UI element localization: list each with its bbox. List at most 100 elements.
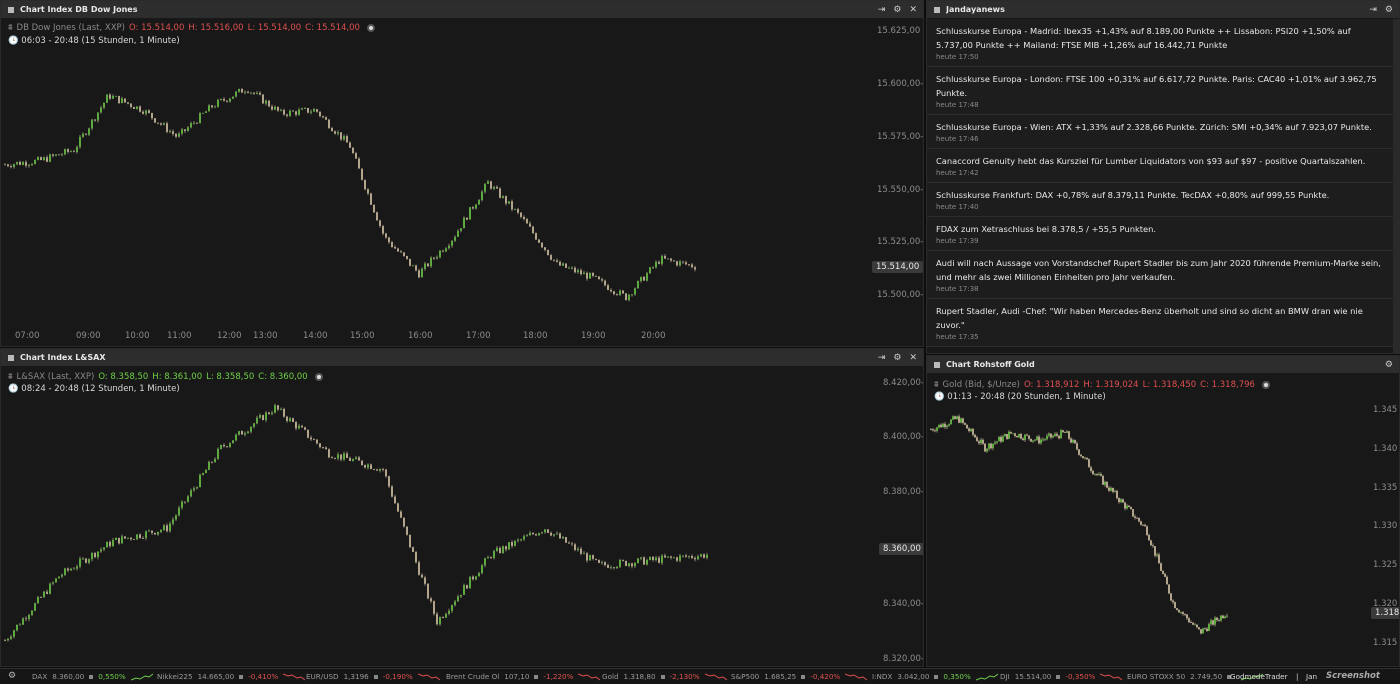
- candle-body: [1164, 573, 1166, 577]
- candle-body: [697, 556, 699, 560]
- candle-body: [136, 534, 138, 540]
- settings-icon[interactable]: ⚙: [1385, 5, 1393, 15]
- settings-icon[interactable]: ⚙: [893, 5, 901, 15]
- settings-icon[interactable]: ⚙: [893, 353, 901, 363]
- close-icon[interactable]: ✕: [909, 5, 917, 15]
- ticker-item[interactable]: Brent Crude Ol 107,10 -1,220%: [446, 672, 601, 681]
- export-icon[interactable]: ⇥: [878, 5, 886, 15]
- candle-body: [598, 276, 600, 280]
- candle-body: [433, 601, 435, 614]
- dow-xtick: 15:00: [350, 331, 375, 341]
- news-item[interactable]: Schlusskurse Europa - Wien: ATX +1,33% a…: [927, 115, 1395, 149]
- news-item[interactable]: Schlusskurse Frankfurt: DAX +0,78% auf 8…: [927, 183, 1395, 217]
- candle-body: [1044, 439, 1046, 441]
- candle-body: [82, 558, 84, 560]
- candle-body: [550, 532, 552, 536]
- footer-brand[interactable]: GodmodeTrader: [1230, 672, 1288, 681]
- candle-body: [673, 260, 675, 262]
- candle-body: [667, 258, 669, 260]
- candle-body: [370, 464, 372, 470]
- news-item[interactable]: FDAX zum Xetraschluss bei 8.378,5 / +55,…: [927, 217, 1395, 251]
- ticker-value: 107,10: [504, 672, 530, 681]
- candle-body: [694, 557, 696, 560]
- candle-body: [520, 539, 522, 541]
- news-item[interactable]: Rupert Stadler, Audi -Chef: "Wir haben M…: [927, 299, 1395, 347]
- candle-body: [1142, 524, 1144, 526]
- ticker-item[interactable]: I:NDX 3.042,00 0,350%: [872, 672, 998, 681]
- candle-body: [127, 537, 129, 539]
- dow-chart-plot[interactable]: [1, 19, 924, 347]
- ticker-item[interactable]: Gold 1.318,80 -2,130%: [602, 672, 727, 681]
- candle-body: [370, 193, 372, 205]
- candle-body: [637, 558, 639, 564]
- candle-body: [148, 110, 150, 113]
- ticker-value: 14.665,00: [197, 672, 235, 681]
- lsax-chart-plot[interactable]: [1, 367, 924, 667]
- candle-body: [688, 264, 690, 266]
- candle-body: [574, 544, 576, 551]
- candle-body: [166, 525, 168, 532]
- dow-ytick: 15.625,00: [877, 26, 921, 36]
- candle-body: [634, 288, 636, 295]
- news-item[interactable]: Schlusskurse Europa - Madrid: Ibex35 +1,…: [927, 19, 1395, 67]
- candle-body: [412, 547, 414, 552]
- candle-body: [298, 109, 300, 115]
- news-item[interactable]: Canaccord Genuity hebt das Kursziel für …: [927, 149, 1395, 183]
- settings-icon[interactable]: ⚙: [1385, 360, 1393, 370]
- ticker-value: 2.749,50: [1190, 672, 1223, 681]
- candle-body: [475, 204, 477, 209]
- footer-separator: |: [1296, 672, 1299, 681]
- candle-body: [1008, 431, 1010, 439]
- ticker-item[interactable]: DAX 8.360,00 0,550%: [32, 672, 153, 681]
- candle-body: [223, 445, 225, 447]
- candle-body: [244, 433, 246, 435]
- candle-body: [340, 454, 342, 460]
- candle-body: [109, 541, 111, 547]
- export-icon[interactable]: ⇥: [878, 353, 886, 363]
- candle-body: [1160, 563, 1162, 571]
- candle-body: [508, 542, 510, 550]
- candle-body: [238, 88, 240, 92]
- lsax-panel-title: Chart Index L&SAX: [20, 353, 106, 362]
- candle-body: [508, 201, 510, 204]
- candle-body: [954, 416, 956, 419]
- candle-body: [208, 461, 210, 470]
- candle-body: [601, 562, 603, 564]
- ticker-item[interactable]: EUR/USD 1,3196 -0,190%: [306, 672, 440, 681]
- candle-body: [445, 248, 447, 252]
- candle-body: [73, 151, 75, 153]
- candle-body: [82, 133, 84, 137]
- candle-body: [19, 624, 21, 626]
- export-icon[interactable]: ⇥: [1369, 5, 1377, 15]
- gold-chart-plot[interactable]: [927, 374, 1400, 667]
- candle-body: [1166, 576, 1168, 585]
- candle-body: [268, 100, 270, 107]
- candle-body: [1110, 487, 1112, 491]
- candle-body: [610, 567, 612, 569]
- candle-body: [7, 638, 9, 641]
- candle-body: [154, 532, 156, 535]
- candle-body: [490, 181, 492, 189]
- dow-ytick: 15.500,00-: [877, 290, 924, 300]
- ticker-item[interactable]: Nikkei225 14.665,00 -0,410%: [157, 672, 306, 681]
- news-item[interactable]: Schlusskurse Europa - London: FTSE 100 +…: [927, 67, 1395, 115]
- candle-body: [37, 597, 39, 604]
- news-time: heute 17:35: [936, 333, 979, 341]
- candle-body: [964, 422, 966, 425]
- candle-body: [70, 151, 72, 153]
- gear-icon[interactable]: ⚙: [8, 671, 16, 681]
- candle-body: [1070, 438, 1072, 443]
- candle-body: [966, 424, 968, 429]
- news-scrollbar[interactable]: [1393, 19, 1399, 353]
- candle-body: [1018, 433, 1020, 438]
- dow-xtick: 14:00: [303, 331, 328, 341]
- candle-body: [1210, 620, 1212, 624]
- close-icon[interactable]: ✕: [909, 353, 917, 363]
- news-item[interactable]: Audi will nach Aussage von Vorstandschef…: [927, 251, 1395, 299]
- candle-body: [151, 530, 153, 533]
- ticker-item[interactable]: S&P500 1.685,25 -0,420%: [731, 672, 868, 681]
- candle-body: [289, 110, 291, 116]
- candle-body: [469, 207, 471, 220]
- candle-body: [430, 598, 432, 602]
- ticker-item[interactable]: DJI 15.514,00 -0,350%: [1000, 672, 1123, 681]
